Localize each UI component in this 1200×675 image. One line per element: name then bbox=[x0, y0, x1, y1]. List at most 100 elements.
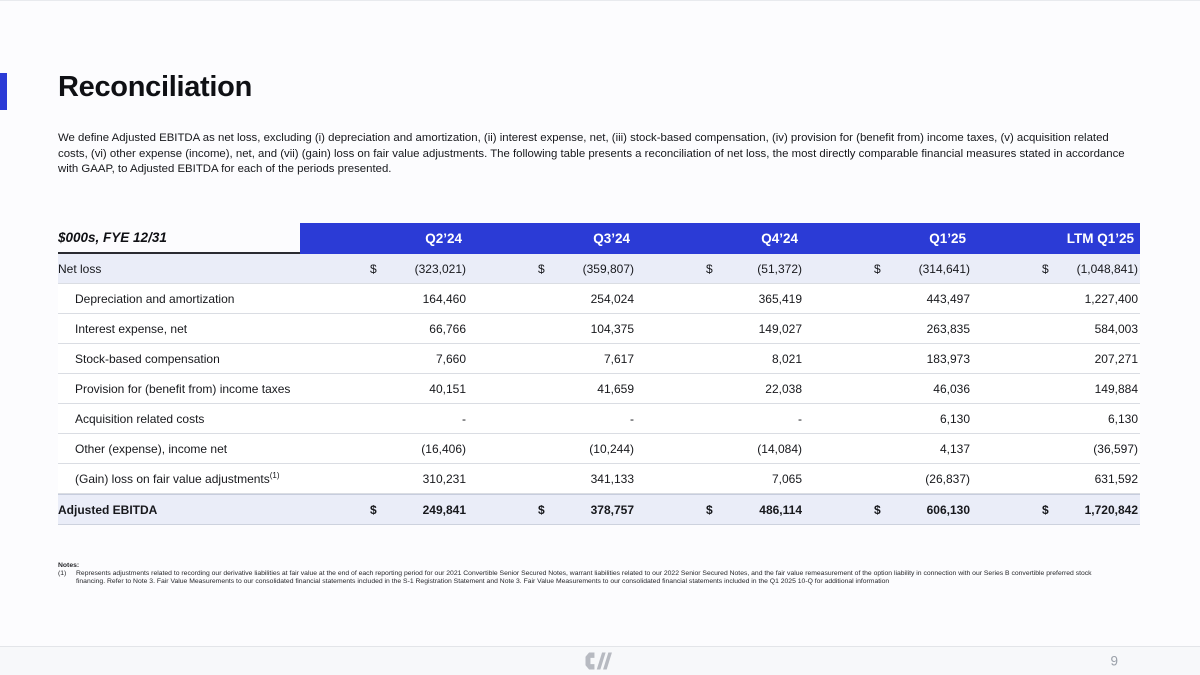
value-cell: 4,137 bbox=[804, 442, 972, 456]
table-row: Acquisition related costs---6,1306,130 bbox=[58, 404, 1140, 434]
cell-value: 486,114 bbox=[759, 503, 802, 517]
value-cell: 631,592 bbox=[972, 472, 1140, 486]
cell-value: 6,130 bbox=[1108, 412, 1138, 426]
value-cell: $ (314,641) bbox=[804, 262, 972, 276]
value-cell: 41,659 bbox=[468, 382, 636, 396]
table-row: (Gain) loss on fair value adjustments(1)… bbox=[58, 464, 1140, 494]
value-cell: $(1,048,841) bbox=[972, 262, 1140, 276]
cell-value: 365,419 bbox=[759, 292, 802, 306]
cell-value: 46,036 bbox=[933, 382, 970, 396]
column-header: Q1’25 bbox=[804, 223, 972, 254]
table-body: Net loss $ (323,021)$(359,807)$(51,372) $ (3… bbox=[58, 254, 1140, 525]
slide: Reconciliation We define Adjusted EBITDA… bbox=[0, 0, 1200, 675]
row-label: Net loss bbox=[58, 262, 300, 276]
table-header-columns: Q2’24Q3’24Q4’24Q1’25LTM Q1’25 bbox=[300, 223, 1140, 254]
row-label: Other (expense), income net bbox=[58, 442, 300, 456]
cell-value: 263,835 bbox=[927, 322, 970, 336]
column-header: LTM Q1’25 bbox=[972, 223, 1140, 254]
value-cell: 584,003 bbox=[972, 322, 1140, 336]
value-cell: 1,227,400 bbox=[972, 292, 1140, 306]
cell-value: 207,271 bbox=[1095, 352, 1138, 366]
row-label: Stock-based compensation bbox=[58, 352, 300, 366]
value-cell: (36,597) bbox=[972, 442, 1140, 456]
cell-value: 1,227,400 bbox=[1085, 292, 1138, 306]
value-cell: 310,231 bbox=[300, 472, 468, 486]
cell-value: 4,137 bbox=[940, 442, 970, 456]
value-cell: $(51,372) bbox=[636, 262, 804, 276]
cell-value: 584,003 bbox=[1095, 322, 1138, 336]
cell-value: 6,130 bbox=[940, 412, 970, 426]
value-cell: 149,027 bbox=[636, 322, 804, 336]
value-cell: (16,406) bbox=[300, 442, 468, 456]
row-label: Adjusted EBITDA bbox=[58, 503, 300, 517]
value-cell: 8,021 bbox=[636, 352, 804, 366]
cell-value: (16,406) bbox=[421, 442, 466, 456]
dollar-sign: $ bbox=[370, 503, 377, 517]
table-row: Interest expense, net66,766104,375149,02… bbox=[58, 314, 1140, 344]
notes-section: Notes: (1)Represents adjustments related… bbox=[58, 562, 1098, 586]
cell-value: 40,151 bbox=[429, 382, 466, 396]
value-cell: $606,130 bbox=[804, 503, 972, 517]
table-row: Depreciation and amortization164,460254,… bbox=[58, 284, 1140, 314]
table-row: Stock-based compensation 7,660 7,6178,0211… bbox=[58, 344, 1140, 374]
dollar-sign: $ bbox=[874, 262, 881, 276]
cell-value: - bbox=[630, 412, 634, 426]
value-cell: 7,617 bbox=[468, 352, 636, 366]
cell-value: 22,038 bbox=[765, 382, 802, 396]
cell-value: (323,021) bbox=[415, 262, 466, 276]
value-cell: $1,720,842 bbox=[972, 503, 1140, 517]
dollar-sign: $ bbox=[370, 262, 377, 276]
cell-value: 7,617 bbox=[604, 352, 634, 366]
cell-value: 310,231 bbox=[423, 472, 466, 486]
value-cell: (14,084) bbox=[636, 442, 804, 456]
cell-value: - bbox=[462, 412, 466, 426]
page-number: 9 bbox=[1110, 654, 1118, 669]
notes-list: (1)Represents adjustments related to rec… bbox=[58, 570, 1098, 586]
cell-value: 606,130 bbox=[927, 503, 970, 517]
cell-value: (314,641) bbox=[919, 262, 970, 276]
dollar-sign: $ bbox=[1042, 262, 1049, 276]
value-cell: 22,038 bbox=[636, 382, 804, 396]
column-header: Q2’24 bbox=[300, 223, 468, 254]
value-cell: 46,036 bbox=[804, 382, 972, 396]
notes-heading: Notes: bbox=[58, 562, 1098, 569]
row-label: (Gain) loss on fair value adjustments(1) bbox=[58, 472, 300, 486]
value-cell: 6,130 bbox=[804, 412, 972, 426]
value-cell: 365,419 bbox=[636, 292, 804, 306]
cell-value: 631,592 bbox=[1095, 472, 1138, 486]
dollar-sign: $ bbox=[538, 503, 545, 517]
cell-value: (14,084) bbox=[757, 442, 802, 456]
cell-value: 7,660 bbox=[436, 352, 466, 366]
value-cell: 254,024 bbox=[468, 292, 636, 306]
cell-value: 254,024 bbox=[591, 292, 634, 306]
value-cell: 164,460 bbox=[300, 292, 468, 306]
note-marker: (1) bbox=[58, 570, 76, 586]
value-cell: 183,973 bbox=[804, 352, 972, 366]
cell-value: 149,027 bbox=[759, 322, 802, 336]
cell-value: 66,766 bbox=[429, 322, 466, 336]
slide-footer: 9 bbox=[0, 646, 1200, 675]
footnote-superscript: (1) bbox=[270, 471, 280, 480]
page-title: Reconciliation bbox=[58, 71, 252, 104]
value-cell: $486,114 bbox=[636, 503, 804, 517]
value-cell: $(359,807) bbox=[468, 262, 636, 276]
table-row: Other (expense), income net (16,406)(10,2… bbox=[58, 434, 1140, 464]
cell-value: 443,497 bbox=[927, 292, 970, 306]
column-header: Q3’24 bbox=[468, 223, 636, 254]
value-cell: 66,766 bbox=[300, 322, 468, 336]
value-cell: 341,133 bbox=[468, 472, 636, 486]
cell-value: 41,659 bbox=[597, 382, 634, 396]
value-cell: (10,244) bbox=[468, 442, 636, 456]
value-cell: 443,497 bbox=[804, 292, 972, 306]
value-cell: (26,837) bbox=[804, 472, 972, 486]
title-accent-bar bbox=[0, 73, 7, 110]
cell-value: (36,597) bbox=[1093, 442, 1138, 456]
cell-value: 149,884 bbox=[1095, 382, 1138, 396]
cell-value: 164,460 bbox=[423, 292, 466, 306]
note-item: (1)Represents adjustments related to rec… bbox=[58, 570, 1098, 586]
value-cell: $ (323,021) bbox=[300, 262, 468, 276]
coreweave-logo-icon bbox=[586, 652, 615, 671]
value-cell: 7,660 bbox=[300, 352, 468, 366]
cell-value: 341,133 bbox=[591, 472, 634, 486]
value-cell: 40,151 bbox=[300, 382, 468, 396]
